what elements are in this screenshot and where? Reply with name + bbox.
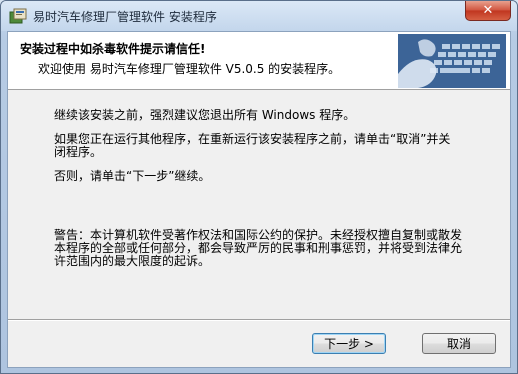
header-subtitle: 欢迎使用 易时汽车修理厂管理软件 V5.0.5 的安装程序。 bbox=[38, 62, 341, 76]
cancel-button[interactable]: 取消 bbox=[422, 333, 496, 354]
warning-line3: 许范围内的最大限度的起诉。 bbox=[54, 254, 211, 268]
next-button[interactable]: 下一步 > bbox=[312, 333, 386, 354]
header-title: 安装过程中如杀毒软件提示请信任! bbox=[20, 42, 206, 56]
cancel-button-label: 取消 bbox=[446, 337, 471, 351]
header-panel: 安装过程中如杀毒软件提示请信任! 欢迎使用 易时汽车修理厂管理软件 V5.0.5… bbox=[8, 32, 510, 90]
continue-paragraph: 否则，请单击“下一步”继续。 bbox=[54, 169, 211, 183]
installer-window: 易时汽车修理厂管理软件 安装程序 ✕ 安装过程中如杀毒软件提示请信任! 欢迎使用… bbox=[0, 0, 518, 374]
keyboard-banner-image bbox=[398, 34, 506, 88]
close-icon: ✕ bbox=[482, 3, 494, 18]
footer-separator bbox=[8, 319, 510, 321]
running-programs-line2: 闭程序。 bbox=[54, 145, 103, 159]
title-bar[interactable]: 易时汽车修理厂管理软件 安装程序 ✕ bbox=[1, 1, 517, 31]
intro-paragraph: 继续该安装之前，强烈建议您退出所有 Windows 程序。 bbox=[54, 108, 356, 122]
window-title: 易时汽车修理厂管理软件 安装程序 bbox=[33, 10, 217, 24]
installer-client-area: 安装过程中如杀毒软件提示请信任! 欢迎使用 易时汽车修理厂管理软件 V5.0.5… bbox=[7, 31, 511, 368]
next-button-label: 下一步 > bbox=[324, 337, 374, 351]
installer-app-icon bbox=[9, 8, 27, 24]
running-programs-line1: 如果您正在运行其他程序，在重新运行该安装程序之前，请单击“取消”并关 bbox=[54, 132, 451, 146]
close-button[interactable]: ✕ bbox=[465, 1, 511, 21]
